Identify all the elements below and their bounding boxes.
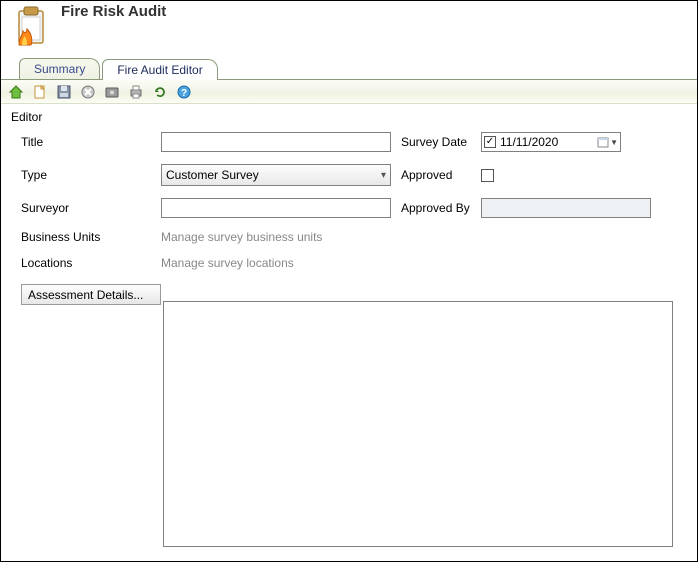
help-icon[interactable]: ? bbox=[175, 83, 193, 101]
app-clipboard-fire-icon bbox=[9, 5, 53, 49]
tab-strip: Summary Fire Audit Editor bbox=[1, 57, 697, 79]
chevron-down-icon: ▾ bbox=[381, 170, 386, 181]
approved-checkbox[interactable] bbox=[481, 169, 494, 182]
assessment-details-button[interactable]: Assessment Details... bbox=[21, 284, 161, 305]
survey-date-value: 11/11/2020 bbox=[500, 135, 593, 149]
new-icon[interactable] bbox=[31, 83, 49, 101]
page-title: Fire Risk Audit bbox=[61, 3, 166, 20]
svg-text:?: ? bbox=[181, 88, 187, 99]
tab-fire-audit-editor[interactable]: Fire Audit Editor bbox=[102, 59, 217, 80]
tab-summary[interactable]: Summary bbox=[19, 58, 100, 79]
label-survey-date: Survey Date bbox=[401, 135, 471, 149]
assessment-details-textarea[interactable] bbox=[163, 301, 673, 547]
header: Fire Risk Audit bbox=[1, 1, 697, 57]
save-icon[interactable] bbox=[55, 83, 73, 101]
calendar-dropdown-icon[interactable]: ▼ bbox=[597, 136, 618, 148]
survey-date-picker[interactable]: ✓ 11/11/2020 ▼ bbox=[481, 132, 621, 152]
assessment-details-label: Assessment Details... bbox=[28, 288, 143, 302]
label-approved-by: Approved By bbox=[401, 201, 471, 215]
surveyor-input[interactable] bbox=[161, 198, 391, 218]
form-grid: Title Survey Date ✓ 11/11/2020 ▼ Type Cu… bbox=[21, 132, 687, 270]
home-icon[interactable] bbox=[7, 83, 25, 101]
survey-date-checkbox[interactable]: ✓ bbox=[484, 136, 496, 148]
type-select-value: Customer Survey bbox=[166, 168, 259, 182]
label-title: Title bbox=[21, 135, 151, 149]
toolbar: ? bbox=[1, 79, 697, 104]
type-select[interactable]: Customer Survey ▾ bbox=[161, 164, 391, 186]
tab-label: Fire Audit Editor bbox=[117, 63, 202, 77]
label-type: Type bbox=[21, 168, 151, 182]
tab-label: Summary bbox=[34, 62, 85, 76]
label-approved: Approved bbox=[401, 168, 471, 182]
cancel-icon[interactable] bbox=[79, 83, 97, 101]
label-surveyor: Surveyor bbox=[21, 201, 151, 215]
refresh-icon[interactable] bbox=[151, 83, 169, 101]
settings-icon[interactable] bbox=[103, 83, 121, 101]
print-icon[interactable] bbox=[127, 83, 145, 101]
approved-by-input bbox=[481, 198, 651, 218]
editor-panel: Editor Title Survey Date ✓ 11/11/2020 ▼ … bbox=[1, 104, 697, 315]
section-label: Editor bbox=[11, 110, 687, 124]
locations-link[interactable]: Manage survey locations bbox=[161, 256, 651, 270]
label-locations: Locations bbox=[21, 256, 151, 270]
label-business-units: Business Units bbox=[21, 230, 151, 244]
title-input[interactable] bbox=[161, 132, 391, 152]
business-units-link[interactable]: Manage survey business units bbox=[161, 230, 651, 244]
app-window: Fire Risk Audit Summary Fire Audit Edito… bbox=[0, 0, 698, 562]
